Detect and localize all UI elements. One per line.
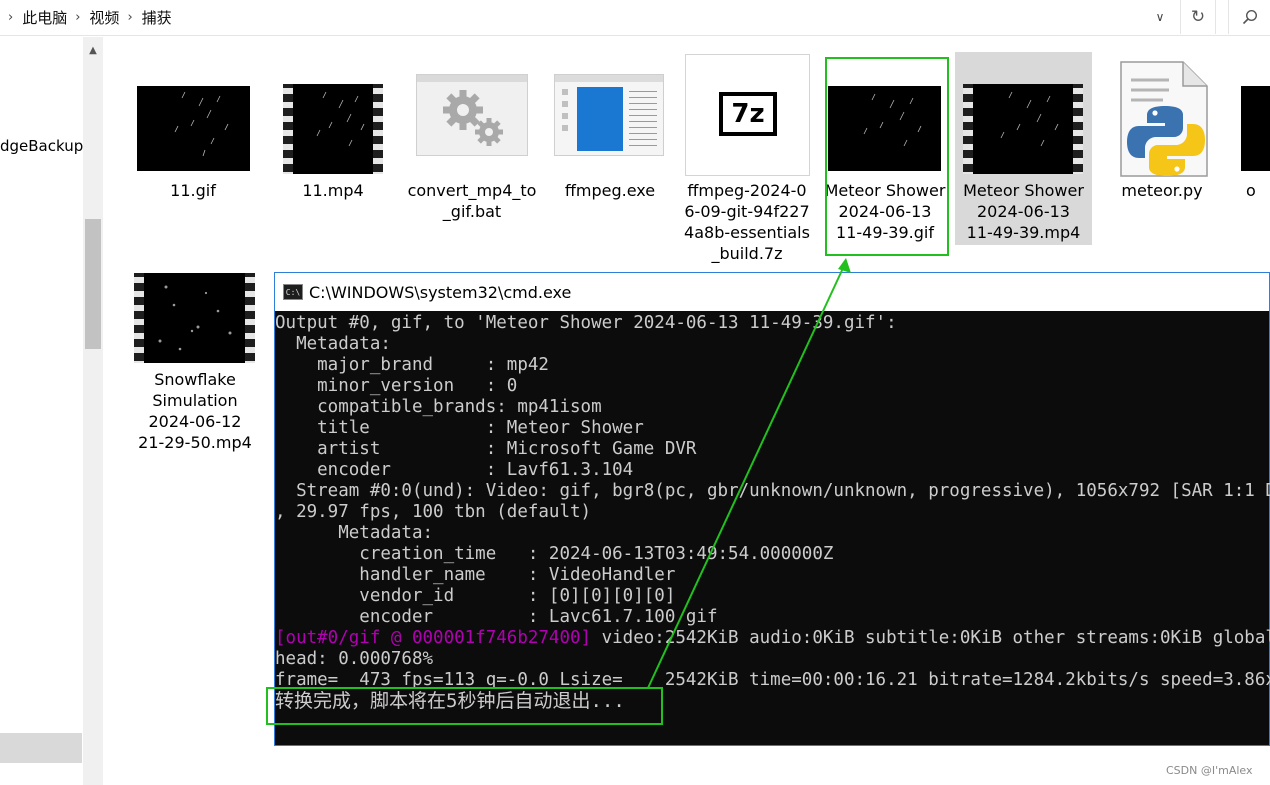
file-item-convert-bat[interactable]: convert_mp4_to _gif.bat: [406, 52, 538, 230]
console-line: frame= 473 fps=113 q=-0.0 Lsize= 2542KiB…: [275, 670, 1270, 690]
file-item-ffmpeg-exe[interactable]: ffmpeg.exe: [544, 52, 676, 222]
file-item-11-gif[interactable]: 11.gif: [128, 52, 258, 222]
7z-archive-icon: 7z: [685, 54, 810, 176]
console-line: minor_version : 0: [275, 376, 518, 396]
refresh-button[interactable]: ↻: [1180, 0, 1216, 34]
console-line: Metadata:: [275, 334, 391, 354]
file-name-line-2: _gif.bat: [442, 202, 502, 221]
file-name-line-3: 11-49-39.gif: [836, 223, 934, 242]
breadcrumb-this-pc[interactable]: 此电脑: [22, 7, 67, 28]
console-line: creation_time : 2024-06-13T03:49:54.0000…: [275, 544, 834, 564]
file-name: 11.mp4: [302, 181, 364, 200]
chevron-right-icon[interactable]: ›: [67, 10, 89, 25]
cmd-console-output[interactable]: Output #0, gif, to 'Meteor Shower 2024-0…: [275, 311, 1270, 747]
mux-status-text: video:2542KiB audio:0KiB subtitle:0KiB o…: [601, 628, 1270, 648]
console-line: compatible_brands: mp41isom: [275, 397, 602, 417]
gif-thumbnail: [1241, 86, 1270, 171]
console-line: major_brand : mp42: [275, 355, 549, 375]
chevron-right-icon[interactable]: ›: [119, 10, 141, 25]
breadcrumb: › 此电脑 › 视频 › 捕获: [0, 0, 172, 34]
cmd-app-icon: C:\: [283, 284, 303, 300]
file-name-line-1: Meteor Shower: [963, 181, 1084, 200]
cmd-window[interactable]: C:\ C:\WINDOWS\system32\cmd.exe Output #…: [274, 272, 1270, 746]
console-line: encoder : Lavf61.3.104: [275, 460, 634, 480]
address-bar[interactable]: › 此电脑 › 视频 › 捕获 ∨ ↻: [0, 0, 1270, 36]
console-line: Metadata:: [275, 523, 434, 543]
python-file-icon: [1113, 60, 1217, 178]
console-line: Output #0, gif, to 'Meteor Shower 2024-0…: [275, 313, 897, 333]
file-name: meteor.py: [1121, 181, 1203, 200]
arrow-head-icon: [838, 258, 851, 273]
nav-item-onedrive-backups[interactable]: dgeBackups: [0, 137, 84, 155]
file-name-line-1: Snowflake: [154, 370, 236, 389]
file-name-line-2: Simulation: [152, 391, 238, 410]
file-item-meteor-gif[interactable]: Meteor Shower 2024-06-13 11-49-39.gif: [818, 52, 952, 248]
console-line: vendor_id : [0][0][0][0]: [275, 586, 676, 606]
breadcrumb-captures[interactable]: 捕获: [142, 7, 172, 28]
refresh-icon: ↻: [1190, 7, 1206, 27]
file-name-line-1: convert_mp4_to: [407, 181, 537, 200]
chevron-down-icon: ∨: [1155, 10, 1165, 24]
nav-item-selected[interactable]: [0, 733, 82, 763]
file-name-line-2: 2024-06-13: [838, 202, 932, 221]
mux-status-prefix: [out#0/gif @ 000001f746b27400]: [275, 628, 592, 648]
chevron-right-icon[interactable]: ›: [0, 10, 22, 25]
bat-gears-icon: [416, 74, 528, 156]
console-line: artist : Microsoft Game DVR: [275, 439, 697, 459]
console-line: , 29.97 fps, 100 tbn (default): [275, 502, 592, 522]
file-item-11-mp4[interactable]: 11.mp4: [265, 52, 401, 222]
search-box[interactable]: [1228, 0, 1270, 34]
exe-window-icon: [554, 74, 664, 156]
file-item-meteor-mp4[interactable]: Meteor Shower 2024-06-13 11-49-39.mp4: [955, 52, 1092, 245]
nav-scrollbar[interactable]: ▲: [83, 37, 103, 785]
file-name-line-3: 11-49-39.mp4: [966, 223, 1081, 242]
console-status-line: [out#0/gif @ 000001f746b27400] video:254…: [275, 628, 1270, 649]
7z-logo-text: 7z: [731, 99, 765, 129]
console-line-completion: 转换完成，脚本将在5秒钟后自动退出...: [275, 690, 625, 712]
file-name-line-4: 21-29-50.mp4: [138, 433, 252, 452]
file-name: o: [1246, 181, 1256, 200]
console-line: encoder : Lavc61.7.100 gif: [275, 607, 718, 627]
file-name-line-4: _build.7z: [711, 244, 783, 263]
file-name-line-3: 2024-06-12: [148, 412, 242, 431]
file-name-line-1: Meteor Shower: [824, 181, 946, 200]
search-icon: [1242, 9, 1257, 25]
file-name-line-3: 4a8b-essentials: [684, 223, 810, 242]
breadcrumb-videos[interactable]: 视频: [89, 7, 119, 28]
video-thumbnail: [963, 84, 1083, 174]
address-history-dropdown[interactable]: ∨: [1148, 0, 1172, 34]
file-name-line-2: 6-09-git-94f227: [684, 202, 810, 221]
file-item-ffmpeg-7z[interactable]: 7z ffmpeg-2024-0 6-09-git-94f227 4a8b-es…: [680, 52, 814, 270]
file-name-line-1: ffmpeg-2024-0: [687, 181, 807, 200]
console-line: title : Meteor Shower: [275, 418, 644, 438]
file-item-partial[interactable]: o: [1232, 52, 1270, 222]
video-thumbnail: [134, 273, 255, 363]
console-line: Stream #0:0(und): Video: gif, bgr8(pc, g…: [275, 481, 1270, 501]
file-name: ffmpeg.exe: [564, 181, 656, 200]
file-item-meteor-py[interactable]: meteor.py: [1097, 52, 1227, 222]
console-line: handler_name : VideoHandler: [275, 565, 676, 585]
cmd-window-title: C:\WINDOWS\system32\cmd.exe: [309, 282, 572, 302]
nav-scrollbar-thumb[interactable]: [85, 219, 101, 349]
gif-thumbnail: [137, 86, 250, 171]
watermark: CSDN @I'mAlex: [1166, 764, 1253, 777]
gif-thumbnail: [828, 86, 941, 171]
console-line: head: 0.000768%: [275, 649, 434, 669]
file-name: 11.gif: [170, 181, 216, 200]
cmd-title-bar[interactable]: C:\ C:\WINDOWS\system32\cmd.exe: [275, 273, 1269, 311]
navigation-pane[interactable]: dgeBackups ▲: [0, 37, 104, 785]
file-item-snowflake-mp4[interactable]: Snowflake Simulation 2024-06-12 21-29-50…: [128, 266, 262, 462]
video-thumbnail: [283, 84, 383, 174]
scroll-up-arrow-icon[interactable]: ▲: [83, 45, 103, 56]
file-name-line-2: 2024-06-13: [977, 202, 1070, 221]
